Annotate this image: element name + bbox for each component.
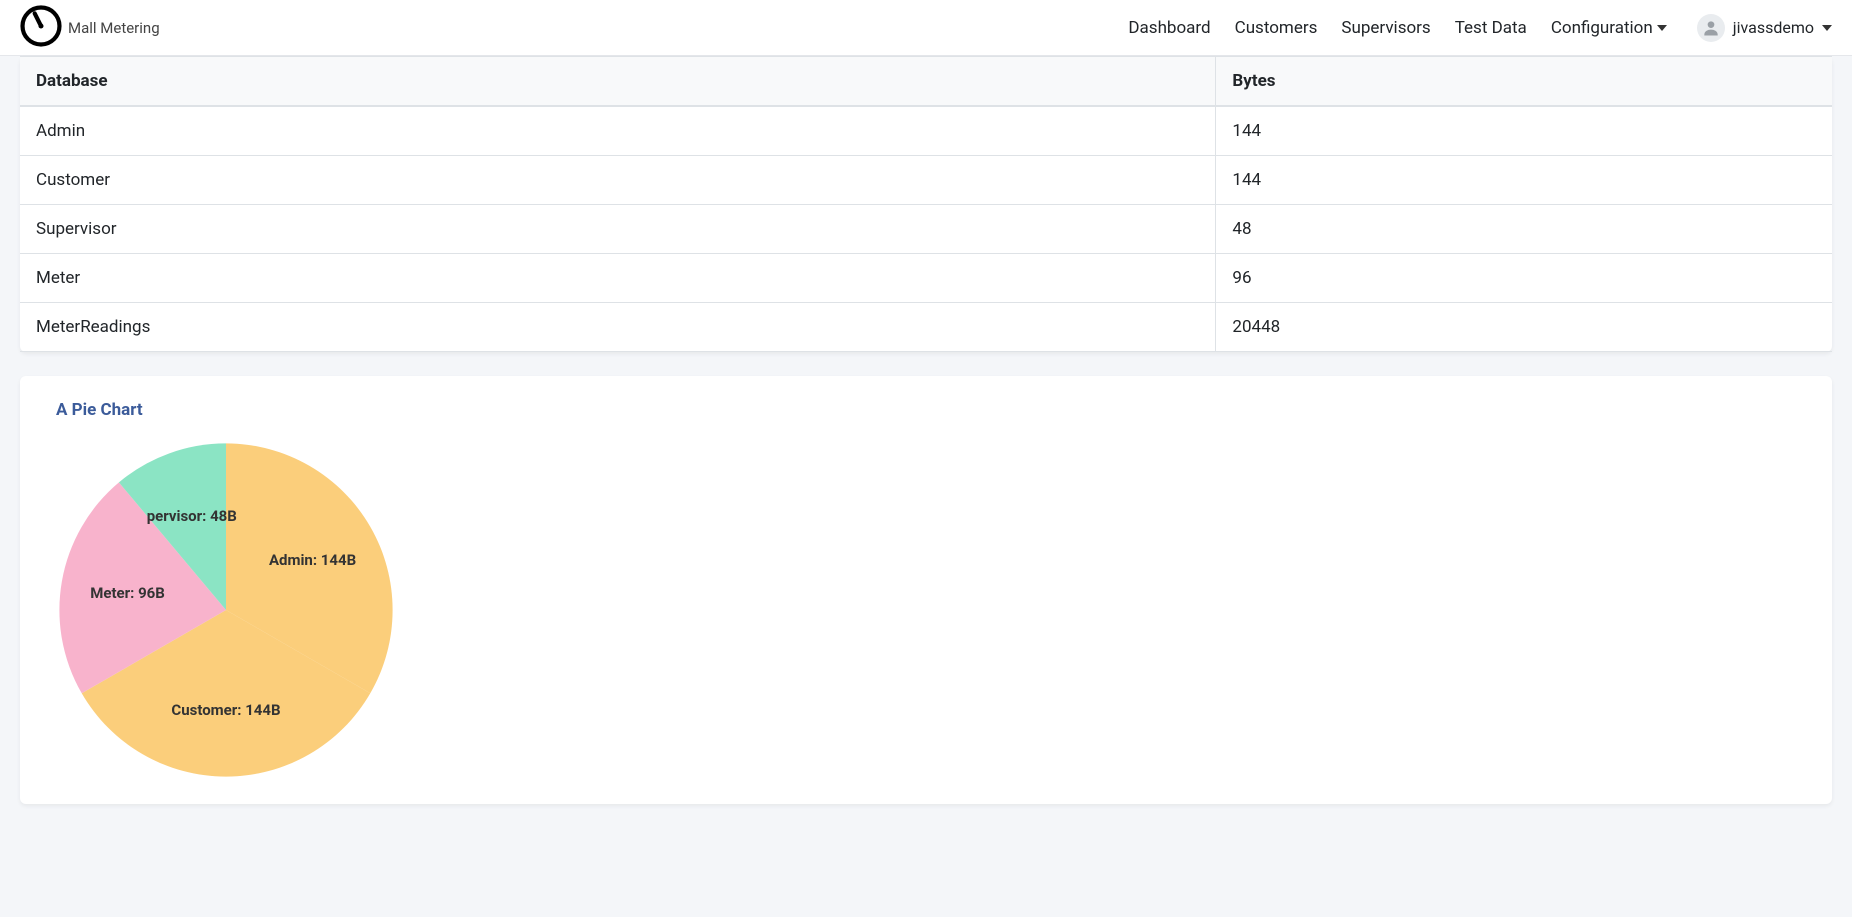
table-row: Meter96 — [20, 254, 1832, 303]
brand-name: Mall Metering — [68, 19, 160, 37]
table-row: Supervisor48 — [20, 205, 1832, 254]
table-row: Admin144 — [20, 106, 1832, 156]
table-row: Customer144 — [20, 156, 1832, 205]
chart-title: A Pie Chart — [56, 400, 1796, 420]
avatar-icon — [1697, 14, 1725, 42]
nav-link-customers[interactable]: Customers — [1235, 18, 1318, 38]
cell-bytes: 144 — [1216, 156, 1832, 205]
nav-link-dashboard[interactable]: Dashboard — [1128, 18, 1210, 38]
table-row: MeterReadings20448 — [20, 303, 1832, 352]
nav-link-label: Configuration — [1551, 18, 1653, 38]
cell-bytes: 48 — [1216, 205, 1832, 254]
logo-icon — [20, 5, 62, 51]
cell-database: Meter — [20, 254, 1216, 303]
database-table: Database Bytes Admin144Customer144Superv… — [20, 56, 1832, 352]
pie-chart: Admin: 144BCustomer: 144BMeter: 96Bpervi… — [56, 440, 396, 780]
top-navbar: Mall Metering Dashboard Customers Supervis… — [0, 0, 1852, 56]
user-menu[interactable]: jivassdemo — [1697, 14, 1832, 42]
cell-bytes: 96 — [1216, 254, 1832, 303]
nav-link-label: Customers — [1235, 18, 1318, 38]
nav-link-label: Test Data — [1455, 18, 1527, 38]
nav-link-configuration[interactable]: Configuration — [1551, 18, 1667, 38]
chevron-down-icon — [1822, 25, 1832, 31]
cell-database: Customer — [20, 156, 1216, 205]
nav-link-test-data[interactable]: Test Data — [1455, 18, 1527, 38]
nav-link-supervisors[interactable]: Supervisors — [1341, 18, 1430, 38]
nav-links: Dashboard Customers Supervisors Test Data Co… — [1128, 18, 1666, 38]
cell-database: Admin — [20, 106, 1216, 156]
col-header-database: Database — [20, 57, 1216, 107]
brand[interactable]: Mall Metering — [20, 5, 160, 51]
cell-bytes: 20448 — [1216, 303, 1832, 352]
cell-database: MeterReadings — [20, 303, 1216, 352]
database-table-card: Database Bytes Admin144Customer144Superv… — [20, 56, 1832, 352]
nav-link-label: Supervisors — [1341, 18, 1430, 38]
username: jivassdemo — [1733, 18, 1814, 37]
cell-bytes: 144 — [1216, 106, 1832, 156]
col-header-bytes: Bytes — [1216, 57, 1832, 107]
pie-chart-card: A Pie Chart Admin: 144BCustomer: 144BMet… — [20, 376, 1832, 804]
nav-link-label: Dashboard — [1128, 18, 1210, 38]
chevron-down-icon — [1657, 25, 1667, 31]
cell-database: Supervisor — [20, 205, 1216, 254]
